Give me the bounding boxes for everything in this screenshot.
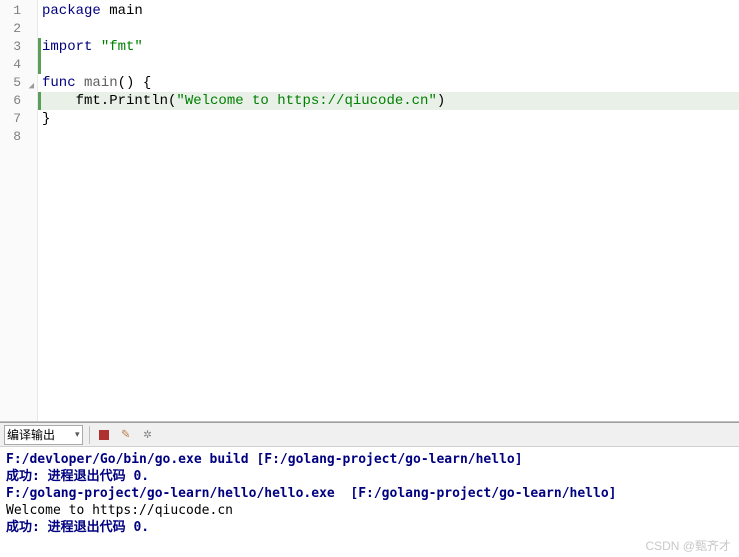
token-fn: main xyxy=(84,75,118,91)
console-line: F:/golang-project/go-learn/hello/hello.e… xyxy=(6,485,733,502)
console-line: F:/devloper/Go/bin/go.exe build [F:/gola… xyxy=(6,451,733,468)
line-number: 3 xyxy=(0,38,35,56)
token-kw: import xyxy=(42,39,92,55)
code-line[interactable]: fmt.Println("Welcome to https://qiucode.… xyxy=(38,92,739,110)
console-line: 成功: 进程退出代码 0. xyxy=(6,468,733,485)
line-gutter: 12345◢678 xyxy=(0,0,38,421)
line-number: 6 xyxy=(0,92,35,110)
dropdown-label: 编译输出 xyxy=(7,426,55,443)
code-line[interactable] xyxy=(42,20,739,38)
console-line: 成功: 进程退出代码 0. xyxy=(6,519,733,536)
console-output[interactable]: F:/devloper/Go/bin/go.exe build [F:/gola… xyxy=(0,447,739,557)
token-plain: } xyxy=(42,111,50,127)
code-line[interactable] xyxy=(42,128,739,146)
token-str: "fmt" xyxy=(101,39,143,55)
output-mode-dropdown[interactable]: 编译输出 ▾ xyxy=(4,425,83,445)
code-line[interactable]: import "fmt" xyxy=(38,38,739,56)
code-editor[interactable]: 12345◢678 package main import "fmt" func m… xyxy=(0,0,739,422)
settings-button[interactable]: ✲ xyxy=(140,427,156,443)
stop-button[interactable] xyxy=(96,427,112,443)
line-number: 2 xyxy=(0,20,35,38)
code-area[interactable]: package mainimport "fmt"func main() { fm… xyxy=(38,0,739,421)
line-number: 1 xyxy=(0,2,35,20)
token-plain xyxy=(92,39,100,55)
line-number: 4 xyxy=(0,56,35,74)
chevron-down-icon: ▾ xyxy=(75,429,80,440)
line-number: 5◢ xyxy=(0,74,35,92)
token-kw: func xyxy=(42,75,76,91)
separator xyxy=(89,426,90,444)
token-plain: ) xyxy=(437,93,445,109)
line-number: 7 xyxy=(0,110,35,128)
stop-icon xyxy=(99,430,109,440)
code-line[interactable] xyxy=(38,56,739,74)
clear-button[interactable]: ✎ xyxy=(118,427,134,443)
code-line[interactable]: package main xyxy=(42,2,739,20)
console-line: Welcome to https://qiucode.cn xyxy=(6,502,733,519)
token-str: "Welcome to https://qiucode.cn" xyxy=(176,93,436,109)
clear-icon: ✎ xyxy=(121,426,129,443)
gear-icon: ✲ xyxy=(143,426,151,443)
token-plain: () { xyxy=(118,75,152,91)
token-plain: main xyxy=(101,3,143,19)
code-line[interactable]: } xyxy=(42,110,739,128)
token-plain xyxy=(76,75,84,91)
token-plain: fmt.Println( xyxy=(42,93,176,109)
token-kw: package xyxy=(42,3,101,19)
output-toolbar: 编译输出 ▾ ✎ ✲ xyxy=(0,423,739,447)
line-number: 8 xyxy=(0,128,35,146)
output-panel: 编译输出 ▾ ✎ ✲ F:/devloper/Go/bin/go.exe bui… xyxy=(0,422,739,557)
code-line[interactable]: func main() { xyxy=(42,74,739,92)
watermark: CSDN @甄齐才 xyxy=(645,538,731,555)
